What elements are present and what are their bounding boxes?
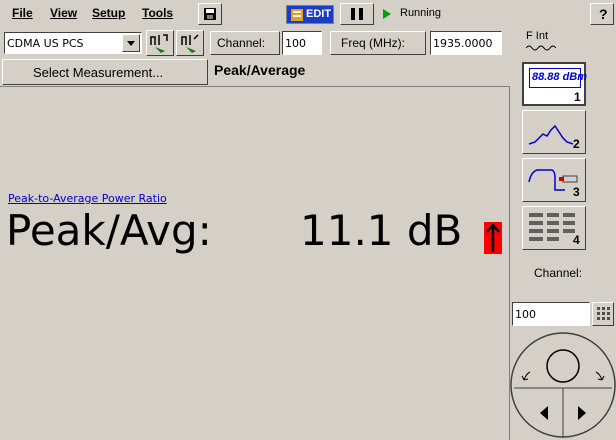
menu-setup[interactable]: Setup (92, 6, 125, 20)
measurement-value: 11.1 dB (300, 206, 463, 255)
ref-indicator-text: F Int (526, 30, 549, 42)
select-measurement-button[interactable]: Select Measurement... (2, 59, 208, 85)
help-button[interactable]: ? (590, 3, 614, 25)
display-button-trace[interactable]: 3 (522, 158, 586, 202)
measurement-area (0, 86, 510, 440)
connector-icon (150, 34, 168, 53)
menu-bar: File View Setup Tools EDIT Running ? (0, 0, 616, 28)
pause-icon (351, 8, 363, 20)
freq-button-label: Freq (MHz): (341, 36, 405, 50)
display-button-numeric[interactable]: 88.88 dBm 1 (522, 62, 587, 106)
chevron-down-icon (127, 41, 135, 46)
measurement-title: Peak/Average (214, 62, 306, 78)
alert-indicator (484, 222, 502, 254)
freq-input-value: 1935.0000 (433, 37, 493, 50)
arrow-left-icon (540, 406, 548, 420)
pause-button[interactable] (340, 3, 374, 25)
measurement-label: Peak/Avg: (6, 206, 212, 255)
spectrum-icon (528, 124, 574, 145)
arrow-up-icon (486, 223, 500, 252)
channel-input[interactable]: 100 (282, 31, 322, 55)
standard-select-value: CDMA US PCS (7, 37, 84, 50)
channel-button-label: Channel: (217, 36, 266, 50)
keypad-icon (597, 307, 610, 320)
freq-button[interactable]: Freq (MHz): (330, 31, 426, 55)
keypad-button[interactable] (592, 302, 614, 326)
connect-button[interactable] (146, 30, 174, 56)
knob-control[interactable] (510, 330, 616, 440)
standard-select[interactable]: CDMA US PCS (4, 32, 142, 54)
table-icon (529, 213, 575, 241)
menu-view[interactable]: View (50, 6, 77, 20)
status-text: Running (400, 7, 441, 19)
play-icon (383, 9, 391, 19)
side-channel-input-value: 100 (515, 308, 536, 321)
side-channel-input[interactable]: 100 (512, 302, 590, 326)
menu-file[interactable]: File (12, 6, 33, 20)
arrow-right-icon (578, 406, 586, 420)
menu-tools[interactable]: Tools (142, 6, 173, 20)
save-button[interactable] (198, 3, 222, 25)
ref-indicator: F Int (524, 30, 564, 58)
display-button-3-num: 3 (573, 185, 580, 199)
knob-right-button[interactable] (566, 392, 598, 432)
edit-button[interactable]: EDIT (286, 5, 334, 24)
select-measurement-label: Select Measurement... (33, 65, 164, 80)
edit-label: EDIT (306, 8, 332, 20)
disconnect-icon (181, 34, 199, 53)
display-button-4-num: 4 (573, 233, 580, 247)
standard-select-arrow[interactable] (122, 34, 140, 52)
knob-icon (510, 332, 616, 438)
numeric-display-text: 88.88 dBm (532, 71, 588, 83)
measurement-link[interactable]: Peak-to-Average Power Ratio (8, 192, 167, 205)
display-button-1-num: 1 (574, 90, 581, 104)
help-label: ? (599, 6, 608, 22)
display-button-table[interactable]: 4 (522, 206, 586, 250)
channel-button[interactable]: Channel: (210, 31, 280, 55)
display-button-2-num: 2 (573, 137, 580, 151)
knob-left-button[interactable] (528, 392, 560, 432)
edit-icon (291, 9, 303, 21)
sine-wave-icon (526, 45, 556, 51)
channel-input-value: 100 (285, 37, 306, 50)
disconnect-button[interactable] (176, 30, 204, 56)
freq-input[interactable]: 1935.0000 (430, 31, 502, 55)
save-icon (204, 8, 216, 20)
display-button-spectrum[interactable]: 2 (522, 110, 586, 154)
numeric-display-frame: 88.88 dBm (529, 68, 587, 88)
side-channel-label: Channel: (534, 266, 583, 280)
